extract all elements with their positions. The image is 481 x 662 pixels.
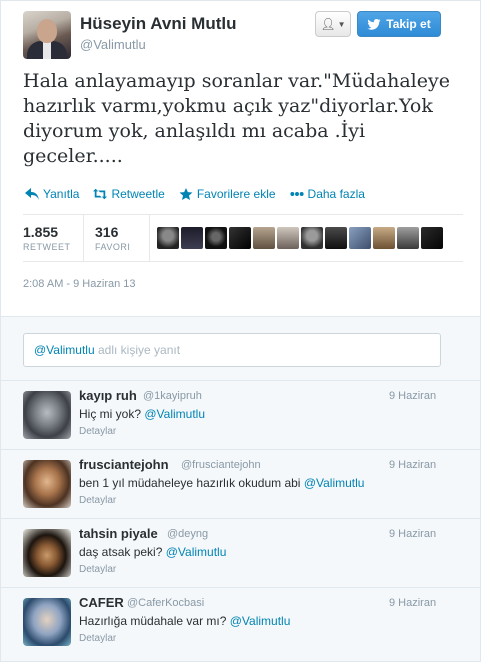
reply-mention-link[interactable]: @Valimutlu xyxy=(230,614,291,628)
tweet-text: Hala anlayamayıp soranlar var."Müdahaley… xyxy=(23,70,450,167)
more-action[interactable]: Daha fazla xyxy=(289,187,365,201)
reply-text: Hiç mi yok? @Valimutlu xyxy=(79,407,205,421)
retweeter-avatar[interactable] xyxy=(349,227,371,249)
reply-date[interactable]: 9 Haziran xyxy=(389,528,436,540)
retweeter-avatar[interactable] xyxy=(325,227,347,249)
reply-avatar[interactable] xyxy=(23,598,71,646)
retweeter-avatar[interactable] xyxy=(373,227,395,249)
favorite-stat[interactable]: 316 FAVORI xyxy=(95,224,130,252)
retweeter-avatar[interactable] xyxy=(253,227,275,249)
reply-item: frusciantejohn @frusciantejohn 9 Haziran… xyxy=(1,449,480,518)
reply-author-name[interactable]: kayıp ruh xyxy=(79,388,137,403)
reply-mention-link[interactable]: @Valimutlu xyxy=(144,407,205,421)
twitter-bird-icon xyxy=(367,18,381,30)
follow-button[interactable]: Takip et xyxy=(357,11,441,37)
reply-details-link[interactable]: Detaylar xyxy=(79,633,116,644)
retweeter-avatar[interactable] xyxy=(181,227,203,249)
tweet-stats: 1.855 RETWEET 316 FAVORI xyxy=(23,214,463,262)
favorite-label: Favorilere ekle xyxy=(196,187,276,201)
reply-author-handle[interactable]: @1kayipruh xyxy=(143,390,202,402)
reply-avatar[interactable] xyxy=(23,391,71,439)
profile-username[interactable]: @Valimutlu xyxy=(80,37,146,52)
favorite-stat-label: FAVORI xyxy=(95,242,131,252)
follow-label: Takip et xyxy=(386,17,431,31)
reply-item: kayıp ruh @1kayipruh 9 Haziran Hiç mi yo… xyxy=(1,380,480,449)
retweeter-avatars xyxy=(157,227,443,249)
chevron-down-icon: ▼ xyxy=(337,19,346,29)
reply-details-link[interactable]: Detaylar xyxy=(79,426,116,437)
avatar-face xyxy=(37,19,57,43)
retweet-icon xyxy=(93,188,108,200)
reply-item: CAFER @CaferKocbasi 9 Haziran Hazırlığa … xyxy=(1,587,480,656)
more-label: Daha fazla xyxy=(307,187,365,201)
person-icon: 👤︎ xyxy=(320,17,336,31)
tweet-timestamp[interactable]: 2:08 AM - 9 Haziran 13 xyxy=(23,278,136,290)
stat-divider xyxy=(149,215,150,261)
retweet-stat-label: RETWEET xyxy=(23,242,71,252)
avatar-shirt xyxy=(43,42,51,59)
profile-avatar[interactable] xyxy=(23,11,71,59)
retweeter-avatar[interactable] xyxy=(277,227,299,249)
star-icon xyxy=(179,188,193,200)
reply-body: Hazırlığa müdahale var mı? xyxy=(79,614,227,628)
reply-placeholder: adlı kişiye yanıt xyxy=(98,343,181,357)
reply-mention: @Valimutlu xyxy=(34,343,95,357)
reply-mention-link[interactable]: @Valimutlu xyxy=(304,476,365,490)
retweet-label: Retweetle xyxy=(111,187,165,201)
reply-mention-link[interactable]: @Valimutlu xyxy=(166,545,227,559)
retweet-stat[interactable]: 1.855 RETWEET xyxy=(23,224,71,252)
reply-text: ben 1 yıl müdaheleye hazırlık okudum abi… xyxy=(79,476,364,490)
reply-item: tahsin piyale @deyng 9 Haziran daş atsak… xyxy=(1,518,480,587)
stat-divider xyxy=(83,215,84,261)
reply-input[interactable]: @Valimutlu adlı kişiye yanıt xyxy=(23,333,441,367)
reply-details-link[interactable]: Detaylar xyxy=(79,495,116,506)
reply-label: Yanıtla xyxy=(43,187,80,201)
retweeter-avatar[interactable] xyxy=(157,227,179,249)
reply-author-name[interactable]: tahsin piyale xyxy=(79,526,158,541)
retweet-count: 1.855 xyxy=(23,224,59,240)
reply-body: ben 1 yıl müdaheleye hazırlık okudum abi xyxy=(79,476,301,490)
tweet-card: Hüseyin Avni Mutlu @Valimutlu 👤︎ ▼ Takip… xyxy=(0,0,481,316)
reply-date[interactable]: 9 Haziran xyxy=(389,390,436,402)
reply-avatar[interactable] xyxy=(23,460,71,508)
reply-author-name[interactable]: frusciantejohn xyxy=(79,457,169,472)
reply-author-handle[interactable]: @frusciantejohn xyxy=(181,459,261,471)
reply-text: daş atsak peki? @Valimutlu xyxy=(79,545,226,559)
reply-author-handle[interactable]: @CaferKocbasi xyxy=(127,597,204,609)
favorite-action[interactable]: Favorilere ekle xyxy=(179,187,276,201)
retweeter-avatar[interactable] xyxy=(205,227,227,249)
retweeter-avatar[interactable] xyxy=(301,227,323,249)
reply-body: daş atsak peki? xyxy=(79,545,163,559)
reply-icon xyxy=(25,188,39,200)
retweeter-avatar[interactable] xyxy=(397,227,419,249)
profile-fullname[interactable]: Hüseyin Avni Mutlu xyxy=(80,14,236,34)
reply-date[interactable]: 9 Haziran xyxy=(389,459,436,471)
reply-text: Hazırlığa müdahale var mı? @Valimutlu xyxy=(79,614,290,628)
reply-body: Hiç mi yok? xyxy=(79,407,142,421)
user-actions-button[interactable]: 👤︎ ▼ xyxy=(315,11,351,37)
more-dots-icon xyxy=(289,192,304,196)
reply-avatar[interactable] xyxy=(23,529,71,577)
favorite-count: 316 xyxy=(95,224,119,240)
reply-author-name[interactable]: CAFER xyxy=(79,595,124,610)
reply-details-link[interactable]: Detaylar xyxy=(79,564,116,575)
reply-author-handle[interactable]: @deyng xyxy=(167,528,208,540)
tweet-actions: Yanıtla Retweetle Favorilere ekle Daha f… xyxy=(25,187,365,201)
retweet-action[interactable]: Retweetle xyxy=(93,187,165,201)
reply-date[interactable]: 9 Haziran xyxy=(389,597,436,609)
retweeter-avatar[interactable] xyxy=(229,227,251,249)
reply-action[interactable]: Yanıtla xyxy=(25,187,79,201)
replies-section: @Valimutlu adlı kişiye yanıt kayıp ruh @… xyxy=(0,316,481,662)
retweeter-avatar[interactable] xyxy=(421,227,443,249)
